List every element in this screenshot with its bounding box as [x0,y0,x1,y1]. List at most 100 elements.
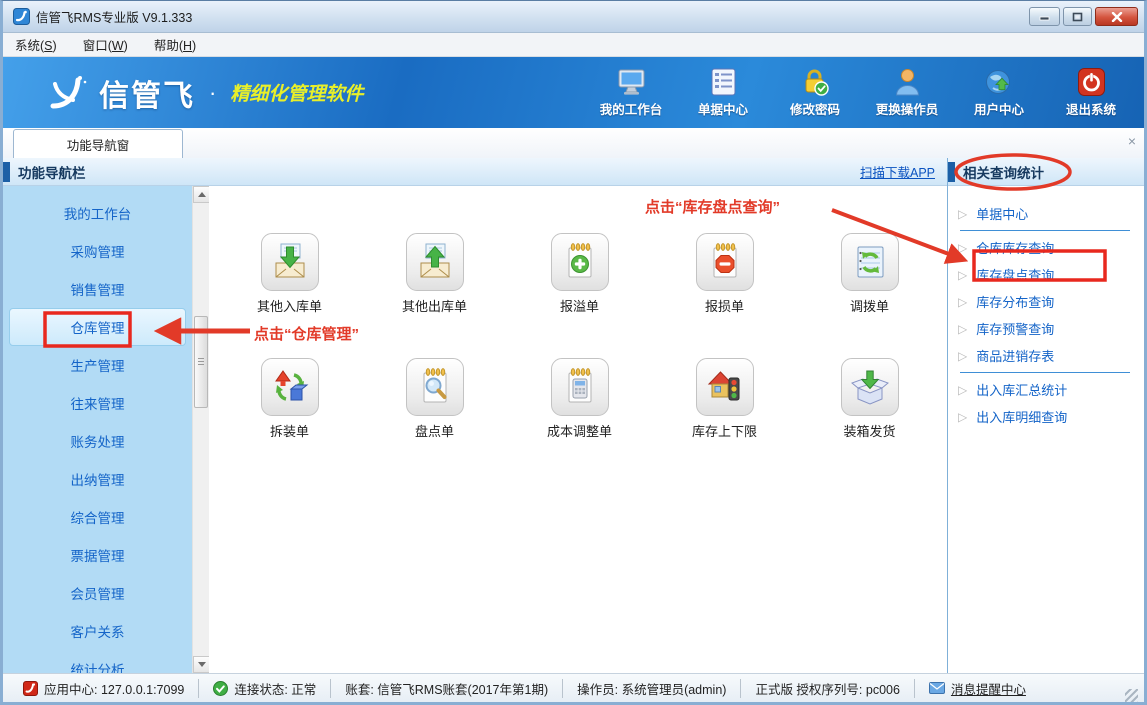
function-transfer-order[interactable]: 调拨单 [797,233,942,358]
menu-item-system[interactable]: 系统(S) [15,35,57,54]
panel-header-strip: 相关查询统计 [948,158,1144,186]
sidebar-item-cashier[interactable]: 出纳管理 [9,460,186,498]
envelope-arrow-down-icon [270,242,310,282]
scroll-thumb[interactable] [194,316,208,408]
power-icon [1076,67,1107,97]
tab-function-nav[interactable]: 功能导航窗 [13,129,183,158]
function-cost-adjust-order[interactable]: 成本调整单 [507,358,652,483]
panel-divider [960,372,1130,373]
triangle-right-icon: ▷ [958,295,967,309]
triangle-right-icon: ▷ [958,268,967,282]
sidebar-item-partners[interactable]: 往来管理 [9,384,186,422]
operator-status: 操作员: 系统管理员(admin) [562,679,740,698]
tab-close-icon[interactable]: × [1128,134,1136,148]
notepad-magnifier-icon [415,367,455,407]
scroll-down-button[interactable] [193,656,210,673]
triangle-right-icon: ▷ [958,322,967,336]
panel-item-product-invoicing-table[interactable]: ▷商品进销存表 [958,342,1144,369]
license-status: 正式版 授权序列号: pc006 [740,679,913,698]
app-center-status: 应用中心: 127.0.0.1:7099 [9,679,198,698]
triangle-right-icon: ▷ [958,383,967,397]
brand-name: 信管飞 [99,71,195,115]
function-loss-report[interactable]: 报损单 [652,233,797,358]
document-list-icon [708,67,739,97]
sidebar-item-warehouse[interactable]: 仓库管理 [9,308,186,346]
nav-header-title: 功能导航栏 [18,162,86,182]
sidebar-scrollbar[interactable] [192,186,209,673]
scroll-up-button[interactable] [193,186,210,203]
panel-item-inout-detail-query[interactable]: ▷出入库明细查询 [958,403,1144,430]
panel-item-document-center[interactable]: ▷单据中心 [958,200,1144,227]
header-banner: 信管飞 · 精细化管理软件 我的工作台 [3,57,1144,128]
nav-header-strip: 功能导航栏 扫描下载APP [3,158,947,186]
function-overflow-report[interactable]: 报溢单 [507,233,652,358]
tab-bar: 功能导航窗 × [3,128,1144,158]
triangle-down-icon [198,662,206,667]
panel-header-accent [948,162,955,182]
sidebar-item-crm[interactable]: 客户关系 [9,612,186,650]
brand-logo: 信管飞 · 精细化管理软件 [43,71,363,115]
function-other-inbound[interactable]: 其他入库单 [217,233,362,358]
connection-ok-icon [213,681,228,696]
panel-item-inout-summary-stats[interactable]: ▷出入库汇总统计 [958,376,1144,403]
toolbar-item-my-workbench[interactable]: 我的工作台 [592,67,670,118]
sidebar-item-stats[interactable]: 统计分析 [9,650,186,673]
panel-item-warehouse-stock-query[interactable]: ▷仓库库存查询 [958,234,1144,261]
envelope-arrow-up-icon [415,242,455,282]
sidebar-item-bills[interactable]: 票据管理 [9,536,186,574]
account-status: 账套: 信管飞RMS账套(2017年第1期) [330,679,562,698]
panel-item-stock-distribution-query[interactable]: ▷库存分布查询 [958,288,1144,315]
app-window: 信管飞RMS专业版 V9.1.333 系统(S) 窗口(W) 帮助(H) [0,0,1147,705]
menu-item-window[interactable]: 窗口(W) [83,35,128,54]
envelope-icon [929,682,945,694]
monitor-icon [616,67,647,97]
nav-header-accent [3,162,10,182]
packing-box-icon [850,367,890,407]
notepad-plus-icon [560,242,600,282]
lock-check-icon [800,67,831,97]
connection-status: 连接状态: 正常 [198,679,330,698]
triangle-right-icon: ▷ [958,241,967,255]
menu-item-help[interactable]: 帮助(H) [154,35,196,54]
panel-divider [960,230,1130,231]
function-stock-limits[interactable]: 库存上下限 [652,358,797,483]
maximize-button[interactable] [1063,7,1092,26]
notepad-transfer-icon [850,242,890,282]
header-toolbar: 我的工作台 单据中心 修改密码 [592,67,1130,118]
title-bar: 信管飞RMS专业版 V9.1.333 [3,1,1144,33]
toolbar-item-user-center[interactable]: 用户中心 [960,67,1038,118]
minimize-button[interactable] [1029,7,1060,26]
brand-swoosh-icon [43,72,89,114]
function-packing-shipment[interactable]: 装箱发货 [797,358,942,483]
sidebar-item-general[interactable]: 综合管理 [9,498,186,536]
toolbar-item-change-password[interactable]: 修改密码 [776,67,854,118]
resize-grip[interactable] [1125,689,1138,702]
sidebar-item-sales[interactable]: 销售管理 [9,270,186,308]
status-bar: 应用中心: 127.0.0.1:7099 连接状态: 正常 账套: 信管飞RMS… [3,673,1144,702]
sidebar-item-accounting[interactable]: 账务处理 [9,422,186,460]
function-other-outbound[interactable]: 其他出库单 [362,233,507,358]
close-button[interactable] [1095,7,1138,26]
panel-item-stocktake-query[interactable]: ▷库存盘点查询 [958,261,1144,288]
function-stocktake-order[interactable]: 盘点单 [362,358,507,483]
window-title: 信管飞RMS专业版 V9.1.333 [36,7,1029,26]
sidebar-item-purchase[interactable]: 采购管理 [9,232,186,270]
sidebar-item-workbench[interactable]: 我的工作台 [9,194,186,232]
message-center-link[interactable]: 消息提醒中心 [914,679,1040,698]
toolbar-item-document-center[interactable]: 单据中心 [684,67,762,118]
toolbar-item-switch-operator[interactable]: 更换操作员 [868,67,946,118]
notepad-minus-icon [705,242,745,282]
panel-item-stock-warning-query[interactable]: ▷库存预警查询 [958,315,1144,342]
menu-bar: 系统(S) 窗口(W) 帮助(H) [3,33,1144,57]
brand-tagline: 精细化管理软件 [230,79,363,106]
download-app-link[interactable]: 扫描下载APP [860,162,935,181]
panel-header-title: 相关查询统计 [963,162,1044,182]
toolbar-item-exit-system[interactable]: 退出系统 [1052,67,1130,118]
sidebar-item-production[interactable]: 生产管理 [9,346,186,384]
house-trafficlight-icon [705,367,745,407]
main-icon-area: 其他入库单 其他出库单 [209,186,947,673]
notepad-calculator-icon [560,367,600,407]
sidebar-item-members[interactable]: 会员管理 [9,574,186,612]
function-assembly-order[interactable]: 拆装单 [217,358,362,483]
triangle-right-icon: ▷ [958,207,967,221]
